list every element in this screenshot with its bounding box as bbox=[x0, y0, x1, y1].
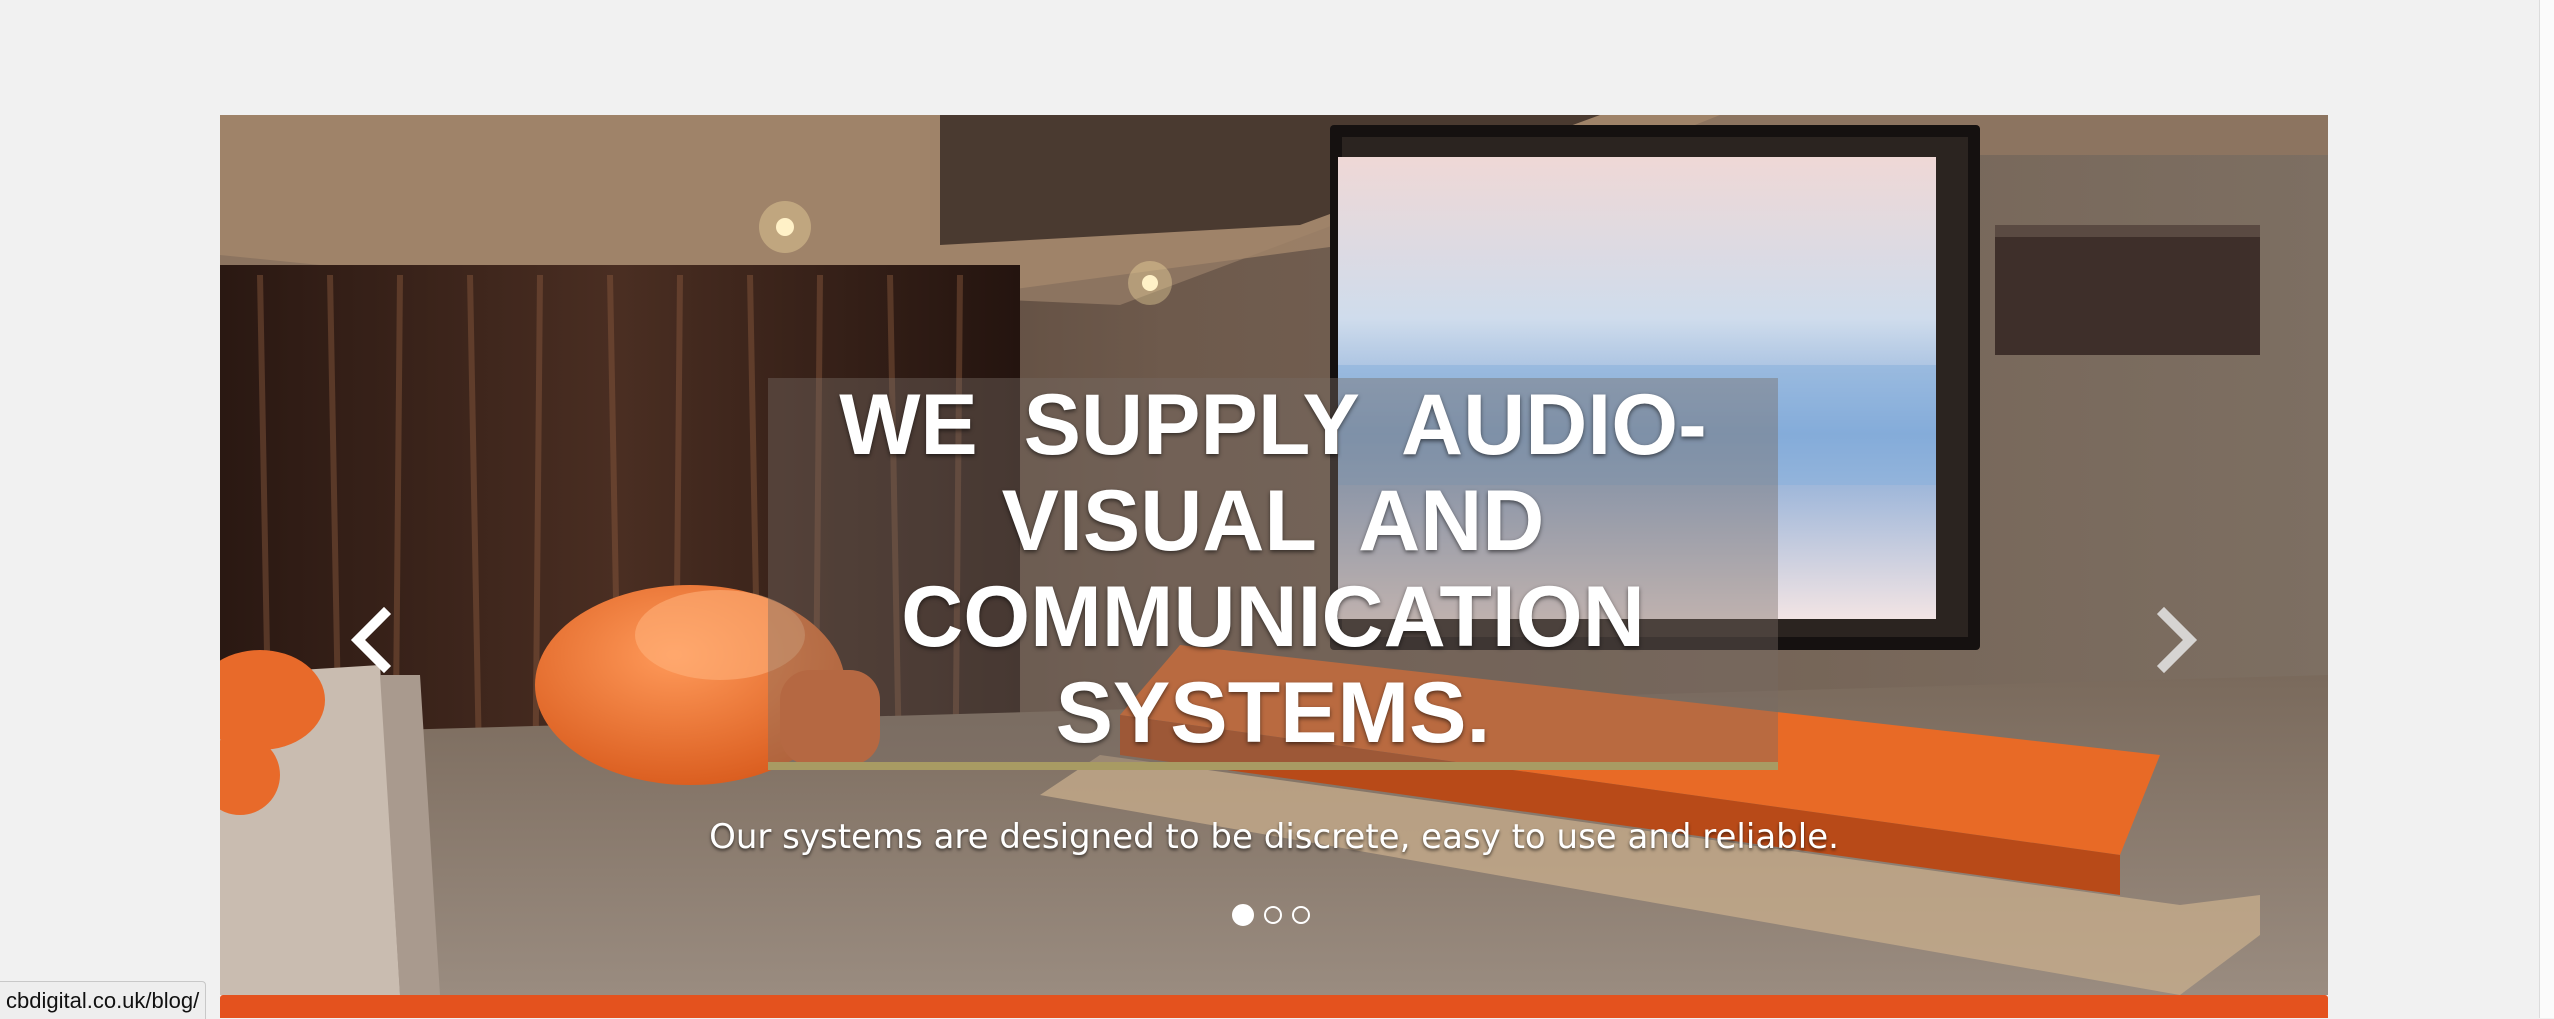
scrollbar-track[interactable] bbox=[2539, 0, 2554, 1018]
hero-caption-title: WE SUPPLY AUDIO-VISUAL AND COMMUNICATION… bbox=[839, 377, 1707, 761]
carousel-indicators bbox=[1232, 904, 1322, 930]
carousel-indicator-1[interactable] bbox=[1232, 904, 1254, 926]
chevron-left-icon bbox=[350, 606, 392, 674]
status-bar-url: cbdigital.co.uk/blog/ bbox=[0, 981, 207, 1019]
caption-divider bbox=[768, 762, 1778, 770]
orange-nav-bar bbox=[220, 995, 2328, 1018]
carousel-indicator-2[interactable] bbox=[1264, 906, 1282, 924]
carousel-indicator-3[interactable] bbox=[1292, 906, 1310, 924]
carousel-next-button[interactable] bbox=[2140, 600, 2210, 680]
chevron-right-icon bbox=[2156, 606, 2198, 674]
carousel-prev-button[interactable] bbox=[338, 600, 408, 680]
hero-caption-subtitle: Our systems are designed to be discrete,… bbox=[709, 817, 1839, 857]
hero-carousel: WE SUPPLY AUDIO-VISUAL AND COMMUNICATION… bbox=[220, 115, 2328, 995]
